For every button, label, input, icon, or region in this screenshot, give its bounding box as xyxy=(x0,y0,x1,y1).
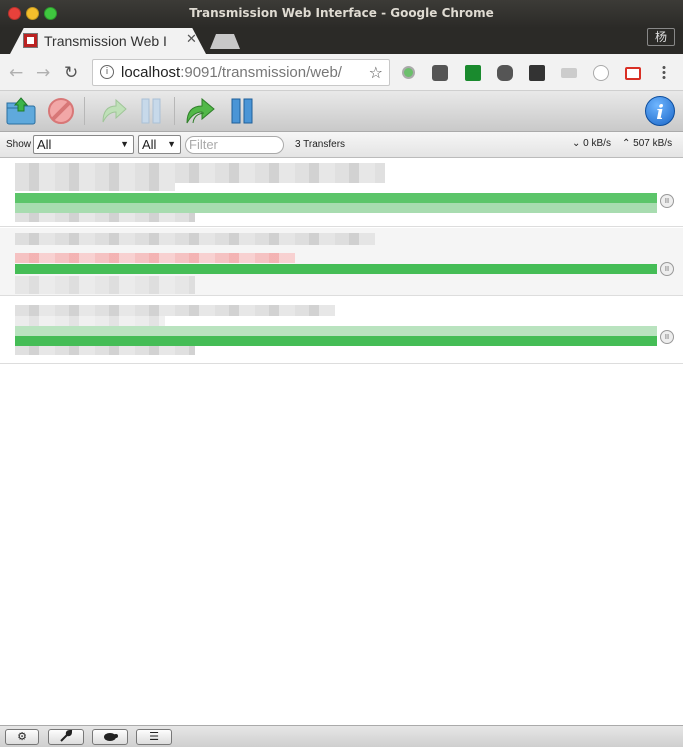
torrent-details-obscured xyxy=(15,183,175,191)
tab-title: Transmission Web I xyxy=(44,33,167,49)
download-speed: ⌄ 0 kB/s xyxy=(572,138,611,149)
green-dot-extension-icon[interactable] xyxy=(402,66,415,79)
address-bar[interactable]: i localhost:9091/transmission/web/ ☆ xyxy=(92,59,390,86)
list-icon: ☰ xyxy=(149,730,159,743)
window-title: Transmission Web Interface - Google Chro… xyxy=(189,6,494,20)
torrent-pause-icon[interactable]: II xyxy=(660,262,674,276)
tracker-filter-value: All xyxy=(142,137,157,152)
forward-arrow-icon[interactable]: → xyxy=(36,63,50,83)
back-arrow-icon[interactable]: ← xyxy=(9,63,23,83)
pause-icon xyxy=(141,98,161,124)
url-path: :9091/transmission/web/ xyxy=(180,64,342,81)
preferences-button[interactable] xyxy=(48,729,84,745)
download-arrow-icon: ⌄ xyxy=(572,138,581,149)
upload-speed: ⌃ 507 kB/s xyxy=(622,138,672,149)
turtle-icon xyxy=(104,733,118,741)
torrent-name-obscured xyxy=(15,233,375,245)
tab-close-icon[interactable]: ✕ xyxy=(186,32,197,47)
transmission-favicon-icon xyxy=(23,33,38,48)
tab-strip: Transmission Web I ✕ 杨 xyxy=(0,28,683,54)
torrent-pause-icon[interactable]: II xyxy=(660,330,674,344)
compact-view-button[interactable]: ☰ xyxy=(136,729,172,745)
show-label: Show xyxy=(6,139,32,150)
settings-menu-button[interactable]: ⚙ xyxy=(5,729,39,745)
toolbar-separator xyxy=(84,97,85,125)
resume-arrow-icon xyxy=(102,98,127,123)
toolbar-separator xyxy=(174,97,175,125)
hd-extension-icon[interactable] xyxy=(561,68,577,78)
window-titlebar: Transmission Web Interface - Google Chro… xyxy=(0,0,683,28)
progress-bar xyxy=(15,193,657,213)
torrent-details-obscured xyxy=(15,253,295,263)
pause-torrent-button[interactable] xyxy=(134,95,168,127)
filter-search-input[interactable]: Filter xyxy=(185,136,284,154)
browser-toolbar: ← → ↻ i localhost:9091/transmission/web/… xyxy=(0,54,683,91)
url-host: localhost xyxy=(121,64,181,81)
bookmark-star-icon[interactable]: ☆ xyxy=(369,63,383,82)
pocket-extension-icon[interactable] xyxy=(432,65,448,81)
transfer-count: 3 Transfers xyxy=(295,139,346,150)
wrench-icon xyxy=(60,729,73,742)
progress-bar xyxy=(15,264,657,274)
evernote-extension-icon[interactable] xyxy=(497,65,513,81)
url-text[interactable]: localhost:9091/transmission/web/ xyxy=(121,64,342,81)
v-extension-icon[interactable] xyxy=(465,65,481,81)
arrow-extension-icon[interactable] xyxy=(529,65,545,81)
chrome-menu-icon[interactable] xyxy=(662,65,666,81)
resume-all-arrow-icon xyxy=(186,97,215,124)
gear-icon: ⚙ xyxy=(17,730,27,743)
chevron-down-icon: ▼ xyxy=(167,139,176,149)
state-filter-select[interactable]: All ▼ xyxy=(33,135,134,154)
state-filter-value: All xyxy=(37,137,52,152)
tracker-filter-select[interactable]: All ▼ xyxy=(138,135,181,154)
upload-arrow-icon: ⌃ xyxy=(622,138,631,149)
torrent-pause-icon[interactable]: II xyxy=(660,194,674,208)
turtle-mode-button[interactable] xyxy=(92,729,128,745)
remove-torrent-button[interactable] xyxy=(44,95,78,127)
resume-all-button[interactable] xyxy=(184,95,218,127)
torrent-status-obscured xyxy=(15,213,195,222)
resume-torrent-button[interactable] xyxy=(96,95,130,127)
progress-bar-fill xyxy=(15,193,657,203)
torrent-row[interactable]: II xyxy=(0,228,683,296)
torrent-row[interactable]: II xyxy=(0,296,683,364)
transmission-toolbar: i xyxy=(0,91,683,132)
pause-all-button[interactable] xyxy=(225,95,259,127)
gmail-extension-icon[interactable] xyxy=(625,67,641,80)
new-tab-button[interactable] xyxy=(210,34,240,49)
profile-button[interactable]: 杨 xyxy=(647,28,675,46)
open-torrent-button[interactable] xyxy=(4,95,38,127)
torrent-status-obscured xyxy=(15,276,195,294)
chevron-down-icon: ▼ xyxy=(120,139,129,149)
torrent-status-obscured xyxy=(15,346,195,355)
progress-bar xyxy=(15,326,657,346)
upload-speed-value: 507 kB/s xyxy=(633,138,673,149)
reload-icon[interactable]: ↻ xyxy=(64,63,78,83)
torrent-name-obscured xyxy=(15,305,335,316)
browser-tab[interactable]: Transmission Web I ✕ xyxy=(10,28,206,54)
circle-extension-icon[interactable] xyxy=(593,65,609,81)
download-speed-value: 0 kB/s xyxy=(583,138,611,149)
filter-bar: Show All ▼ All ▼ Filter 3 Transfers ⌄ 0 … xyxy=(0,132,683,158)
progress-bar-fill xyxy=(15,336,657,346)
torrent-row[interactable]: II xyxy=(0,159,683,227)
torrent-name-obscured xyxy=(15,163,385,183)
bottom-toolbar: ⚙ ☰ xyxy=(0,725,683,747)
progress-bar-fill xyxy=(15,264,657,274)
remove-icon xyxy=(48,98,74,124)
folder-open-icon xyxy=(6,97,36,125)
torrent-details-obscured xyxy=(15,316,165,326)
site-info-icon[interactable]: i xyxy=(100,65,114,79)
inspector-info-button[interactable]: i xyxy=(645,96,675,126)
pause-all-icon xyxy=(231,98,253,124)
